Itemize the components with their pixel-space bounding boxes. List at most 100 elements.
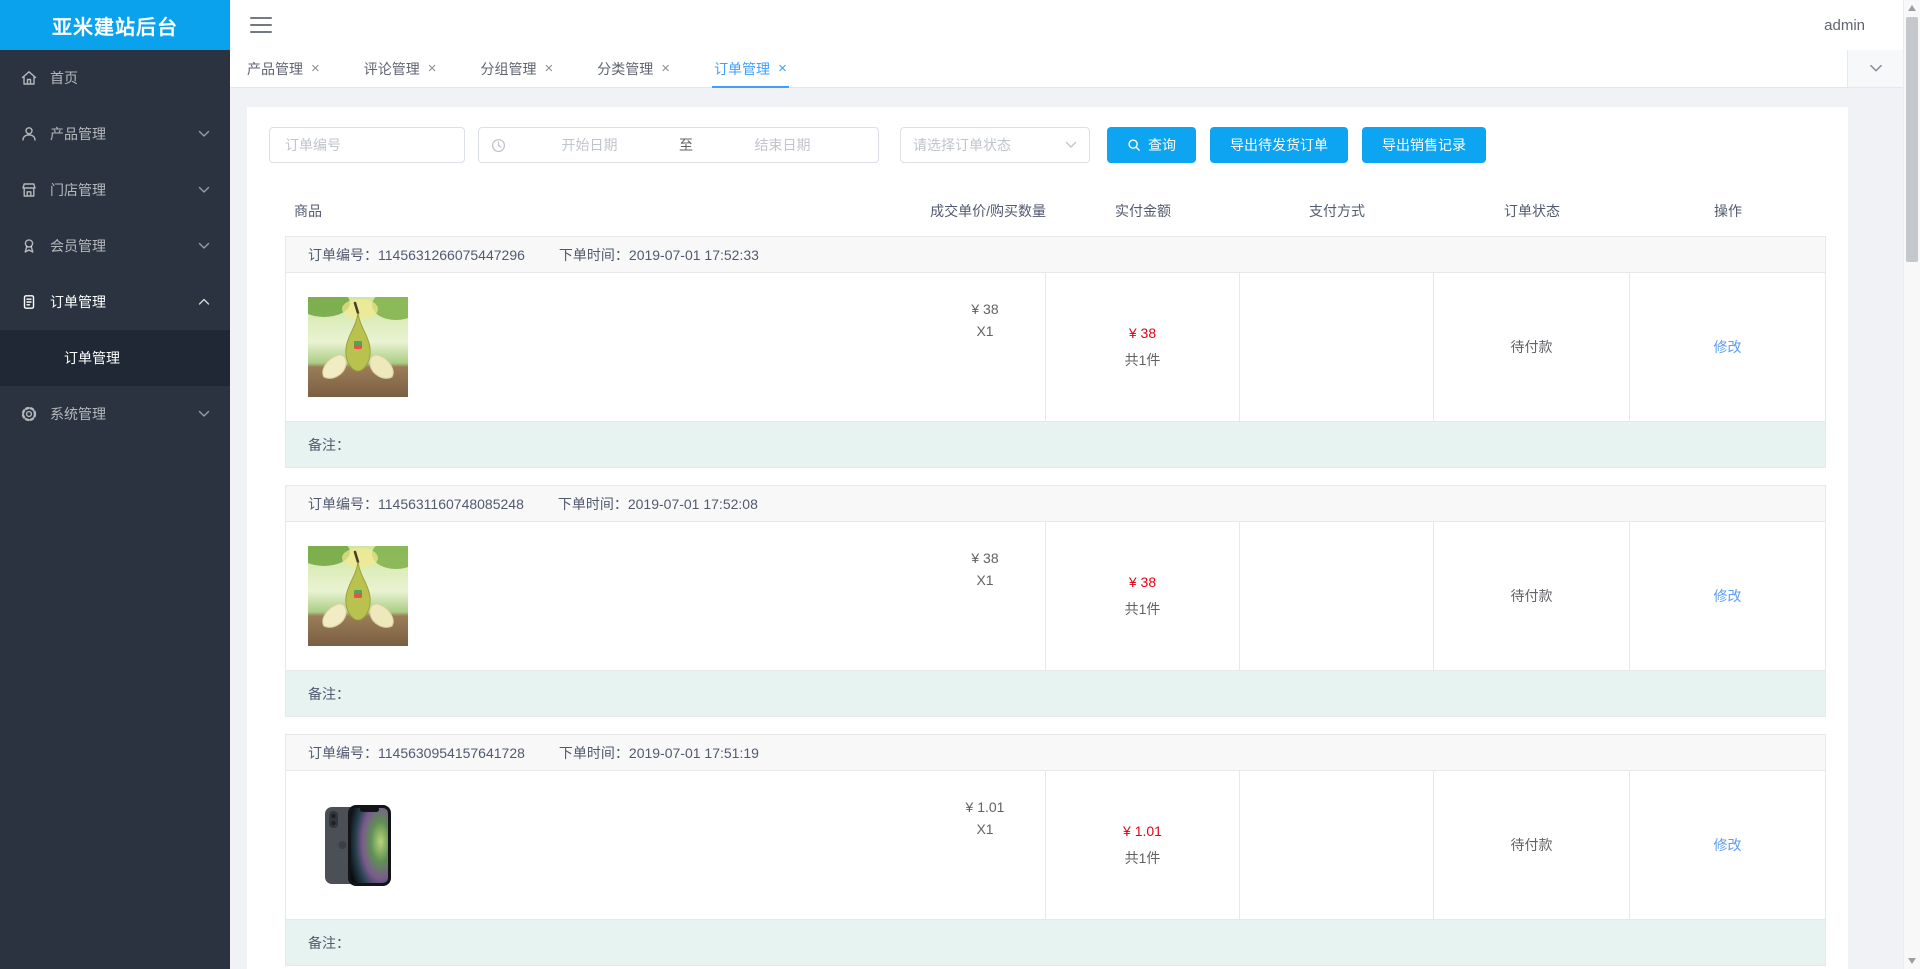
filter-bar: 至 请选择订单状态 查询 导出待发货订单 导出销售记录 bbox=[269, 127, 1826, 163]
sidebar-item-label: 订单管理 bbox=[50, 294, 106, 310]
search-button[interactable]: 查询 bbox=[1107, 127, 1196, 163]
quantity: X1 bbox=[976, 821, 994, 837]
edit-order-link[interactable]: 修改 bbox=[1714, 337, 1742, 357]
quantity: X1 bbox=[976, 323, 994, 339]
start-date-input[interactable] bbox=[506, 137, 673, 153]
search-button-label: 查询 bbox=[1148, 137, 1176, 153]
order-status: 待付款 bbox=[1433, 273, 1629, 421]
sidebar-item-system[interactable]: 系统管理 bbox=[0, 386, 230, 442]
chevron-down-icon bbox=[198, 130, 210, 137]
order-head: 订单编号： 1145631266075447296 下单时间： 2019-07-01… bbox=[286, 237, 1825, 273]
sidebar-subitem-orders[interactable]: 订单管理 bbox=[0, 330, 230, 386]
tab-label: 评论管理 bbox=[363, 60, 420, 77]
export-sales-label: 导出销售记录 bbox=[1382, 137, 1466, 153]
product-image-pear bbox=[308, 297, 408, 397]
tab-label: 分组管理 bbox=[480, 60, 537, 77]
tab-orders[interactable]: 订单管理 × bbox=[712, 50, 789, 88]
sidebar-item-stores[interactable]: 门店管理 bbox=[0, 162, 230, 218]
tab-label: 订单管理 bbox=[714, 60, 771, 77]
clock-icon bbox=[491, 138, 506, 152]
user-name[interactable]: admin bbox=[1824, 17, 1865, 34]
items-count: 共1件 bbox=[1124, 351, 1161, 368]
end-date-input[interactable] bbox=[699, 137, 866, 153]
unit-price: ¥ 38 bbox=[971, 550, 999, 566]
table-header-row: 商品 成交单价/购买数量 实付金额 支付方式 订单状态 操作 bbox=[285, 196, 1826, 226]
search-icon bbox=[1128, 139, 1140, 151]
order-no-label: 订单编号： bbox=[308, 744, 378, 761]
sidebar-item-members[interactable]: 会员管理 bbox=[0, 218, 230, 274]
paid-amount: ¥ 1.01 bbox=[1123, 822, 1162, 839]
chevron-down-icon bbox=[1065, 141, 1077, 148]
order-no: 1145631266075447296 bbox=[378, 246, 525, 263]
product-image-iphone bbox=[308, 795, 408, 895]
date-range-picker[interactable]: 至 bbox=[478, 127, 879, 163]
order-head: 订单编号： 1145631160748085248 下单时间： 2019-07-01… bbox=[286, 486, 1825, 522]
order-time: 2019-07-01 17:52:08 bbox=[627, 495, 758, 512]
export-sales-records-button[interactable]: 导出销售记录 bbox=[1362, 127, 1486, 163]
tab-label: 分类管理 bbox=[597, 60, 654, 77]
orders-table: 商品 成交单价/购买数量 实付金额 支付方式 订单状态 操作 订单编号： 1145… bbox=[285, 196, 1826, 966]
tab-label: 产品管理 bbox=[247, 60, 303, 77]
tab-bar: 产品管理 × 评论管理 × 分组管理 × 分类管理 × 订单管理 × bbox=[230, 50, 1920, 88]
close-icon[interactable]: × bbox=[545, 61, 554, 76]
order-remark-row: 备注： bbox=[286, 421, 1825, 467]
col-header-product: 商品 bbox=[294, 203, 322, 219]
sidebar-item-orders[interactable]: 订单管理 bbox=[0, 274, 230, 330]
hamburger-menu-icon[interactable] bbox=[250, 17, 272, 33]
close-icon[interactable]: × bbox=[661, 61, 670, 76]
order-time-label: 下单时间： bbox=[557, 495, 628, 512]
close-icon[interactable]: × bbox=[311, 61, 320, 76]
order-card: 订单编号： 1145631160748085248 下单时间： 2019-07-01… bbox=[285, 485, 1826, 717]
sidebar: 亚米建站后台 首页 产品管理 门店管理 会员管理 订单管理 订单管理 系统管理 bbox=[0, 0, 230, 969]
order-status: 待付款 bbox=[1433, 522, 1629, 670]
tab-list-dropdown[interactable] bbox=[1847, 50, 1903, 87]
sidebar-subitem-label: 订单管理 bbox=[64, 350, 120, 366]
sidebar-item-label: 首页 bbox=[50, 70, 78, 86]
remark-label: 备注： bbox=[308, 436, 350, 453]
scrollbar-up-arrow-icon[interactable] bbox=[1908, 5, 1916, 11]
export-pending-label: 导出待发货订单 bbox=[1230, 137, 1328, 153]
sidebar-menu: 首页 产品管理 门店管理 会员管理 订单管理 订单管理 系统管理 bbox=[0, 50, 230, 442]
order-row: ¥ 1.01 X1 ¥ 1.01 共1件 待付款 修改 bbox=[286, 771, 1825, 919]
chevron-down-icon bbox=[1869, 64, 1882, 72]
items-count: 共1件 bbox=[1124, 600, 1161, 617]
tab-groups[interactable]: 分组管理 × bbox=[479, 50, 556, 87]
sidebar-item-label: 门店管理 bbox=[50, 182, 106, 198]
edit-order-link[interactable]: 修改 bbox=[1714, 835, 1742, 855]
payment-method bbox=[1239, 273, 1433, 421]
col-header-order-status: 订单状态 bbox=[1504, 203, 1560, 219]
order-time: 2019-07-01 17:52:33 bbox=[628, 246, 759, 263]
app-window: 亚米建站后台 首页 产品管理 门店管理 会员管理 订单管理 订单管理 系统管理 … bbox=[0, 0, 1920, 969]
order-status-select[interactable]: 请选择订单状态 bbox=[900, 127, 1090, 163]
home-icon bbox=[21, 71, 37, 85]
scrollbar-down-arrow-icon[interactable] bbox=[1908, 958, 1916, 964]
tab-products[interactable]: 产品管理 × bbox=[245, 50, 322, 87]
order-no: 1145631160748085248 bbox=[378, 495, 524, 512]
chevron-down-icon bbox=[198, 242, 210, 249]
sidebar-item-products[interactable]: 产品管理 bbox=[0, 106, 230, 162]
scrollbar-thumb[interactable] bbox=[1906, 17, 1918, 262]
order-remark-row: 备注： bbox=[286, 919, 1825, 965]
close-icon[interactable]: × bbox=[778, 61, 787, 76]
sidebar-item-label: 系统管理 bbox=[50, 406, 106, 422]
tab-categories[interactable]: 分类管理 × bbox=[595, 50, 672, 87]
col-header-payment-method: 支付方式 bbox=[1309, 203, 1365, 219]
vertical-scrollbar[interactable] bbox=[1903, 0, 1920, 969]
order-head: 订单编号： 1145630954157641728 下单时间： 2019-07-01… bbox=[286, 735, 1825, 771]
sidebar-item-home[interactable]: 首页 bbox=[0, 50, 230, 106]
order-no-input[interactable] bbox=[269, 127, 465, 163]
close-icon[interactable]: × bbox=[428, 61, 437, 76]
payment-method bbox=[1239, 771, 1433, 919]
store-icon bbox=[22, 183, 36, 197]
col-header-actions: 操作 bbox=[1714, 203, 1742, 219]
chevron-down-icon bbox=[198, 186, 210, 193]
col-header-paid-amount: 实付金额 bbox=[1115, 203, 1171, 219]
tab-comments[interactable]: 评论管理 × bbox=[362, 50, 439, 87]
order-icon bbox=[23, 295, 35, 309]
member-icon bbox=[24, 239, 34, 253]
export-pending-orders-button[interactable]: 导出待发货订单 bbox=[1210, 127, 1348, 163]
product-icon bbox=[22, 127, 36, 141]
edit-order-link[interactable]: 修改 bbox=[1714, 586, 1742, 606]
paid-amount: ¥ 38 bbox=[1128, 573, 1157, 590]
app-logo: 亚米建站后台 bbox=[0, 0, 230, 50]
